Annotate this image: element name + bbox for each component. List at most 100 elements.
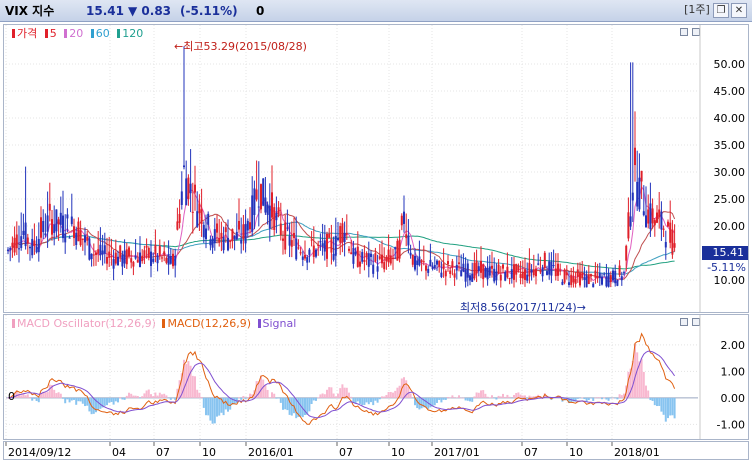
price-candle-body: [290, 240, 293, 247]
price-candle-body: [326, 233, 328, 259]
price-candle-body: [117, 256, 119, 266]
price-candle-body: [310, 239, 313, 241]
price-candle-body: [653, 219, 656, 226]
price-candle-body: [242, 224, 245, 239]
price-candle-body: [156, 255, 159, 264]
macd-oscillator-bar: [649, 397, 652, 401]
price-candle-body: [662, 228, 665, 230]
price-candle-body: [656, 212, 658, 223]
price-candle-body: [125, 249, 128, 265]
price-candle-body: [625, 245, 628, 261]
macd-oscillator-bar: [123, 397, 126, 400]
macd-oscillator-bar: [530, 396, 533, 398]
macd-oscillator-bar: [662, 397, 665, 415]
macd-oscillator-bar: [493, 397, 496, 399]
macd-oscillator-bar: [429, 397, 432, 408]
price-chart: 50.00 45.00 40.00 35.00 30.00 25.00 20.00 10.00: [5, 25, 746, 312]
macd-oscillator-bar: [620, 395, 623, 398]
macd-oscillator-bar: [224, 397, 227, 410]
price-candle-body: [306, 257, 309, 263]
close-button[interactable]: ✕: [731, 3, 747, 18]
price-candle-body: [464, 269, 467, 282]
price-candle-body: [11, 242, 14, 248]
price-candle-body: [251, 195, 254, 232]
price-candle-body: [207, 213, 210, 225]
price-candle-body: [451, 261, 454, 269]
x-axis-label: 10: [202, 446, 216, 459]
price-y-tick-label: 50.00: [714, 58, 746, 71]
macd-oscillator-bar: [667, 397, 669, 419]
price-candle-body: [363, 260, 366, 262]
price-candle-body: [517, 265, 520, 271]
macd-oscillator-bar: [29, 396, 31, 398]
price-candle-body: [405, 234, 408, 239]
price-candle-body: [246, 220, 249, 231]
price-candle-body: [143, 250, 146, 257]
price-candle-body: [64, 233, 67, 243]
macd-oscillator-bar: [330, 387, 333, 398]
price-candle-body: [130, 258, 133, 263]
x-axis-label: 2018/01: [614, 446, 660, 459]
price-candle-body: [147, 247, 150, 258]
price-candle-body: [257, 206, 260, 208]
macd-oscillator-bar: [326, 389, 328, 398]
macd-oscillator-bar: [392, 392, 394, 398]
macd-oscillator-bar: [33, 397, 36, 399]
price-candle-body: [579, 273, 581, 286]
price-candle-body: [224, 227, 227, 233]
period-button[interactable]: [1주]: [683, 3, 711, 18]
macd-oscillator-bar: [594, 397, 597, 399]
macd-oscillator-bar: [286, 397, 289, 411]
macd-oscillator-bar: [264, 385, 267, 398]
price-candle-body: [671, 229, 674, 255]
macd-oscillator-bar: [645, 385, 647, 398]
symbol-name: VIX 지수: [5, 4, 55, 18]
price-candle-body: [515, 263, 518, 275]
macd-oscillator-bar: [469, 397, 471, 402]
price-candle-body: [163, 251, 166, 256]
price-candle-body: [532, 269, 535, 276]
macd-oscillator-bar: [273, 393, 276, 398]
price-candle-body: [304, 254, 306, 259]
price-candle-body: [183, 165, 185, 168]
macd-oscillator-bar: [48, 384, 51, 398]
restore-button[interactable]: ❐: [713, 3, 729, 18]
price-y-tick-label: 35.00: [714, 139, 746, 152]
price-candle-body: [75, 232, 78, 245]
price-candle-body: [220, 232, 223, 239]
macd-oscillator-bar: [191, 375, 194, 398]
price-candle-body: [460, 270, 463, 277]
macd-oscillator-bar: [262, 379, 265, 398]
price-candle-body: [607, 272, 610, 287]
price-candle-body: [394, 247, 397, 250]
price-candle-body: [275, 213, 278, 221]
macd-oscillator-bar: [616, 397, 619, 400]
price-candle-body: [264, 197, 267, 213]
price-candle-body: [462, 263, 465, 272]
macd-oscillator-bar: [244, 397, 247, 399]
macd-oscillator-bar: [370, 397, 372, 403]
price-candle-body: [526, 274, 529, 281]
macd-oscillator-bar: [167, 397, 170, 399]
macd-oscillator-bar: [240, 397, 243, 400]
macd-oscillator-bar: [266, 389, 269, 398]
price-candle-body: [103, 245, 106, 254]
macd-oscillator-bar: [242, 395, 245, 398]
macd-oscillator-bar: [134, 395, 137, 398]
price-candle-body: [139, 252, 141, 268]
macd-panel: MACD Oscillator(12,26,9) MACD(12,26,9) S…: [3, 314, 749, 440]
macd-oscillator-bar: [473, 396, 476, 398]
price-y-tick-label: 40.00: [714, 112, 746, 125]
ma60-line: [7, 221, 675, 275]
price-change: ▼ 0.83: [128, 4, 172, 18]
macd-oscillator-bar: [290, 397, 293, 416]
price-candle-body: [33, 240, 36, 247]
price-candle-body: [502, 264, 504, 269]
price-candle-body: [587, 274, 590, 284]
price-candle-body: [557, 263, 559, 276]
macd-oscillator-bar: [466, 397, 469, 401]
price-candle-body: [55, 209, 58, 232]
macd-oscillator-bar: [579, 397, 581, 399]
price-candle-body: [110, 256, 113, 258]
price-candle-body: [273, 207, 276, 230]
